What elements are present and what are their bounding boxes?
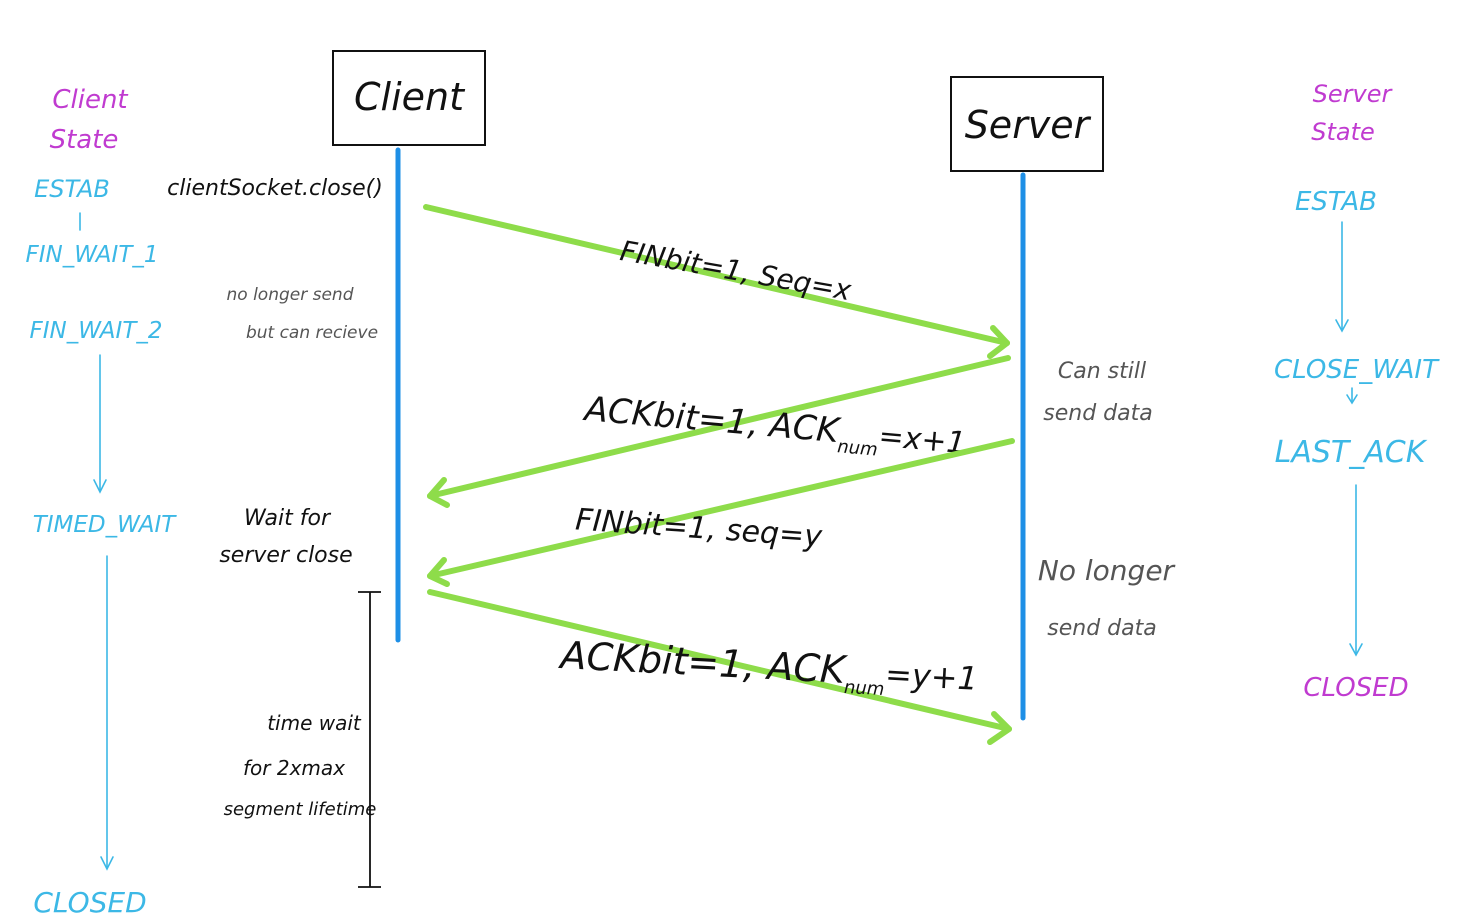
fin-server-label: FINbit=1, seq=y <box>574 502 824 554</box>
ack-client-label: ACKbit=1, ACKnum=y+1 <box>556 633 979 705</box>
server-box-label: Server <box>965 103 1092 147</box>
client-state-closed: CLOSED <box>33 886 146 919</box>
ack-client-label-main: ACKbit=1, ACK <box>557 633 850 692</box>
note-can-still-2: send data <box>1043 401 1152 426</box>
fin-server-arrow <box>427 438 1015 579</box>
fin-client-label: FINbit=1, Seq=x <box>618 234 854 307</box>
server-state-close-wait: CLOSE_WAIT <box>1274 355 1440 385</box>
server-state-title-2: State <box>1311 118 1375 146</box>
client-state-title-2: State <box>50 125 119 155</box>
note-server-no-longer-1: No longer <box>1038 554 1176 587</box>
server-state-last-ack: LAST_ACK <box>1275 435 1428 470</box>
ack-server-label-main: ACKbit=1, ACK <box>581 389 843 451</box>
server-state-estab: ESTAB <box>1295 187 1377 217</box>
note-server-no-longer-2: send data <box>1047 616 1156 641</box>
client-state-timed-wait: TIMED_WAIT <box>33 512 178 538</box>
note-time-wait-3: segment lifetime <box>224 799 377 820</box>
ack-client-label-sub: num <box>843 677 884 700</box>
note-wait-server-2: server close <box>219 543 352 568</box>
client-state-fin-wait-1: FIN_WAIT_1 <box>25 242 158 268</box>
ack-server-label-sub: num <box>836 436 878 460</box>
client-close-call: clientSocket.close() <box>167 176 383 201</box>
client-state-estab: ESTAB <box>34 175 110 203</box>
note-no-longer-send-1: no longer send <box>226 285 353 305</box>
note-wait-server-1: Wait for <box>244 506 332 531</box>
client-state-fin-wait-2: FIN_WAIT_2 <box>29 318 162 344</box>
client-box-label: Client <box>354 75 466 119</box>
server-state-title-1: Server <box>1313 80 1394 108</box>
note-time-wait-2: for 2xmax <box>243 756 345 780</box>
note-can-still-1: Can still <box>1058 359 1146 384</box>
ack-server-label: ACKbit=1, ACKnum=x+1 <box>581 389 968 468</box>
note-no-longer-send-2: but can recieve <box>246 323 378 343</box>
ack-client-label-tail: =y+1 <box>884 655 979 698</box>
server-state-closed: CLOSED <box>1303 673 1408 703</box>
note-time-wait-1: time wait <box>267 711 362 735</box>
tcp-close-diagram: Client Server Client State ESTAB FIN_WAI… <box>25 50 1440 919</box>
client-state-title-1: Client <box>52 85 128 115</box>
